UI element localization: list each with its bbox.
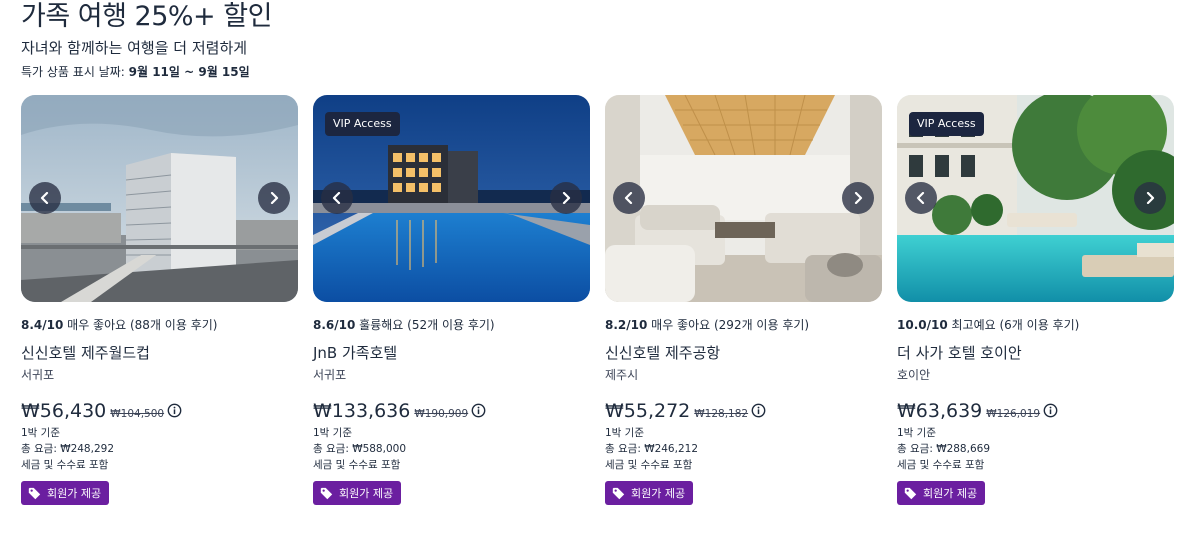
hotel-location: 서귀포	[21, 368, 55, 382]
total-price: 총 요금: ₩288,669	[897, 443, 990, 455]
member-price-badge: 회원가 제공	[897, 481, 986, 505]
hotel-photo[interactable]: VIP Access	[313, 95, 590, 302]
member-price-badge: 회원가 제공	[313, 481, 402, 505]
member-price-label: 회원가 제공	[631, 487, 686, 500]
hotel-rating: 8.4/10 매우 좋아요 (88개 이용 후기)	[21, 317, 217, 333]
member-price-badge: 회원가 제공	[605, 481, 694, 505]
prev-photo-button[interactable]	[613, 182, 645, 214]
hotel-name[interactable]: 신신호텔 제주월드컵	[21, 343, 150, 363]
hotel-location: 호이안	[897, 368, 931, 382]
current-price: ₩55,272	[605, 400, 691, 422]
current-price: ₩133,636	[313, 400, 411, 422]
rating-score: 8.2/10	[605, 318, 648, 332]
rating-score: 8.6/10	[313, 318, 356, 332]
price-row: ₩56,430 ₩104,500	[21, 399, 182, 423]
original-price: ₩126,019	[986, 408, 1041, 420]
member-price-label: 회원가 제공	[923, 487, 978, 500]
info-icon[interactable]	[471, 403, 486, 418]
chevron-left-icon	[332, 192, 341, 204]
member-price-badge: 회원가 제공	[21, 481, 110, 505]
hotel-card[interactable]: VIP Access 8.6/10 훌륭해요 (52개 이용 후기) JnB 가…	[313, 95, 590, 515]
total-price: 총 요금: ₩248,292	[21, 443, 114, 455]
hotel-location: 서귀포	[313, 368, 347, 382]
price-row: ₩55,272 ₩128,182	[605, 399, 766, 423]
hotel-name[interactable]: 신신호텔 제주공항	[605, 343, 720, 363]
rating-text: 매우 좋아요 (292개 이용 후기)	[647, 318, 810, 332]
next-photo-button[interactable]	[842, 182, 874, 214]
hotel-rating: 10.0/10 최고예요 (6개 이용 후기)	[897, 317, 1079, 333]
tax-note: 세금 및 수수료 포함	[605, 459, 693, 471]
tag-icon	[320, 487, 333, 499]
chevron-right-icon	[1146, 192, 1155, 204]
hotel-card[interactable]: VIP Access 10.0/10 최고예요 (6개 이용 후기) 더 사가 …	[897, 95, 1174, 515]
hotel-photo[interactable]: VIP Access	[897, 95, 1174, 302]
chevron-left-icon	[624, 192, 633, 204]
hotel-photo[interactable]	[21, 95, 298, 302]
per-night-label: 1박 기준	[313, 427, 352, 439]
info-icon[interactable]	[1043, 403, 1058, 418]
chevron-right-icon	[854, 192, 863, 204]
chevron-right-icon	[270, 192, 279, 204]
hotel-card[interactable]: 8.4/10 매우 좋아요 (88개 이용 후기) 신신호텔 제주월드컵 서귀포…	[21, 95, 298, 515]
tax-note: 세금 및 수수료 포함	[897, 459, 985, 471]
chevron-left-icon	[916, 192, 925, 204]
page-title: 가족 여행 25%+ 할인	[21, 1, 272, 32]
vip-access-badge: VIP Access	[909, 112, 984, 136]
vip-access-badge: VIP Access	[325, 112, 400, 136]
page-subtitle: 자녀와 함께하는 여행을 더 저렴하게	[21, 39, 248, 57]
prev-photo-button[interactable]	[29, 182, 61, 214]
rating-text: 최고예요 (6개 이용 후기)	[947, 318, 1080, 332]
current-price: ₩63,639	[897, 400, 983, 422]
current-price: ₩56,430	[21, 400, 107, 422]
section-header: 가족 여행 25%+ 할인 자녀와 함께하는 여행을 더 저렴하게 특가 상품 …	[21, 0, 272, 80]
rating-score: 8.4/10	[21, 318, 64, 332]
tax-note: 세금 및 수수료 포함	[21, 459, 109, 471]
member-price-label: 회원가 제공	[339, 487, 394, 500]
tag-icon	[28, 487, 41, 499]
tag-icon	[904, 487, 917, 499]
chevron-right-icon	[562, 192, 571, 204]
prev-photo-button[interactable]	[321, 182, 353, 214]
price-row: ₩63,639 ₩126,019	[897, 399, 1058, 423]
next-photo-button[interactable]	[550, 182, 582, 214]
hotel-photo[interactable]	[605, 95, 882, 302]
original-price: ₩128,182	[694, 408, 749, 420]
original-price: ₩104,500	[110, 408, 165, 420]
hotel-rating: 8.2/10 매우 좋아요 (292개 이용 후기)	[605, 317, 809, 333]
per-night-label: 1박 기준	[21, 427, 60, 439]
hotel-card[interactable]: 8.2/10 매우 좋아요 (292개 이용 후기) 신신호텔 제주공항 제주시…	[605, 95, 882, 515]
hotel-name[interactable]: JnB 가족호텔	[313, 343, 397, 363]
prev-photo-button[interactable]	[905, 182, 937, 214]
tax-note: 세금 및 수수료 포함	[313, 459, 401, 471]
deal-dates-value: 9월 11일 ~ 9월 15일	[128, 65, 250, 79]
total-price: 총 요금: ₩246,212	[605, 443, 698, 455]
hotel-name[interactable]: 더 사가 호텔 호이안	[897, 343, 1022, 363]
per-night-label: 1박 기준	[605, 427, 644, 439]
tag-icon	[612, 487, 625, 499]
next-photo-button[interactable]	[1134, 182, 1166, 214]
rating-text: 훌륭해요 (52개 이용 후기)	[355, 318, 495, 332]
rating-score: 10.0/10	[897, 318, 948, 332]
info-icon[interactable]	[751, 403, 766, 418]
per-night-label: 1박 기준	[897, 427, 936, 439]
deal-dates-label: 특가 상품 표시 날짜:	[21, 65, 129, 79]
info-icon[interactable]	[167, 403, 182, 418]
price-row: ₩133,636 ₩190,909	[313, 399, 486, 423]
original-price: ₩190,909	[414, 408, 469, 420]
hotel-rating: 8.6/10 훌륭해요 (52개 이용 후기)	[313, 317, 495, 333]
member-price-label: 회원가 제공	[47, 487, 102, 500]
chevron-left-icon	[40, 192, 49, 204]
hotel-location: 제주시	[605, 368, 639, 382]
rating-text: 매우 좋아요 (88개 이용 후기)	[63, 318, 218, 332]
total-price: 총 요금: ₩588,000	[313, 443, 406, 455]
next-photo-button[interactable]	[258, 182, 290, 214]
deal-dates: 특가 상품 표시 날짜: 9월 11일 ~ 9월 15일	[21, 64, 272, 80]
